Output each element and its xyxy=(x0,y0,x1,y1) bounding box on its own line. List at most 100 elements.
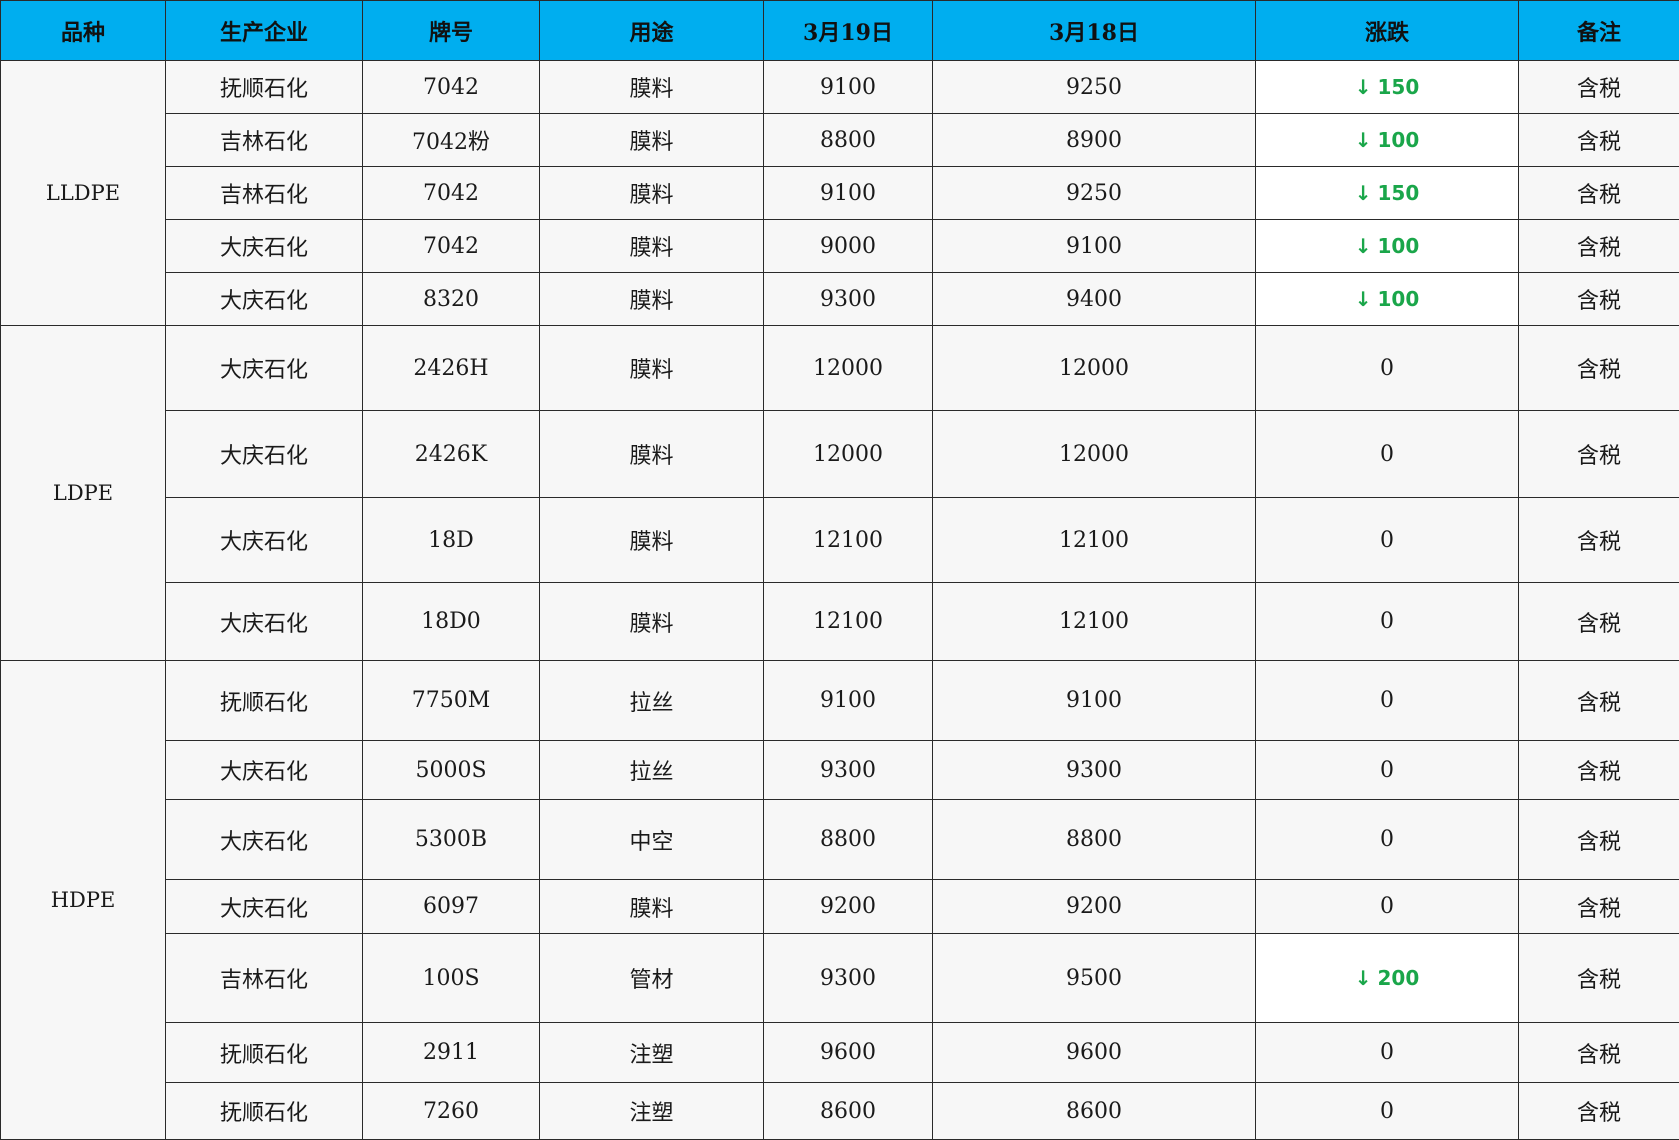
note-cell: 含税 xyxy=(1519,220,1679,273)
use-cell: 注塑 xyxy=(540,1023,764,1083)
company-cell: 大庆石化 xyxy=(166,220,363,273)
down-arrow-icon: ↓ xyxy=(1355,75,1372,99)
company-cell: 抚顺石化 xyxy=(166,1023,363,1083)
mar18-cell: 12100 xyxy=(933,583,1256,661)
group-ldpe: LDPE xyxy=(1,326,166,661)
mar19-cell: 12000 xyxy=(764,411,933,498)
mar19-cell: 12100 xyxy=(764,583,933,661)
down-arrow-icon: ↓ xyxy=(1355,287,1372,311)
table-row: 大庆石化 2426K 膜料 12000 12000 0 含税 xyxy=(1,411,1679,498)
grade-cell: 7042 xyxy=(363,220,540,273)
table-row: 大庆石化 7042 膜料 9000 9100 ↓100 含税 xyxy=(1,220,1679,273)
grade-cell: 6097 xyxy=(363,880,540,934)
table-row: 抚顺石化 7260 注塑 8600 8600 0 含税 xyxy=(1,1083,1679,1140)
table-row: 大庆石化 18D0 膜料 12100 12100 0 含税 xyxy=(1,583,1679,661)
change-cell: 0 xyxy=(1256,1083,1519,1140)
grade-cell: 8320 xyxy=(363,273,540,326)
down-arrow-icon: ↓ xyxy=(1355,234,1372,258)
note-cell: 含税 xyxy=(1519,61,1679,114)
mar18-cell: 9250 xyxy=(933,167,1256,220)
note-cell: 含税 xyxy=(1519,1023,1679,1083)
price-table: 品种 生产企业 牌号 用途 3月19日 3月18日 涨跌 备注 LLDPE 抚顺… xyxy=(0,0,1679,1140)
company-cell: 抚顺石化 xyxy=(166,61,363,114)
table-row: 大庆石化 18D 膜料 12100 12100 0 含税 xyxy=(1,498,1679,583)
mar18-cell: 12100 xyxy=(933,498,1256,583)
grade-cell: 2911 xyxy=(363,1023,540,1083)
header-mar19: 3月19日 xyxy=(764,1,933,61)
table-row: 大庆石化 5000S 拉丝 9300 9300 0 含税 xyxy=(1,741,1679,800)
mar19-cell: 8800 xyxy=(764,114,933,167)
down-arrow-icon: ↓ xyxy=(1355,181,1372,205)
down-arrow-icon: ↓ xyxy=(1355,128,1372,152)
mar19-cell: 9000 xyxy=(764,220,933,273)
header-company: 生产企业 xyxy=(166,1,363,61)
grade-cell: 7042 xyxy=(363,61,540,114)
table-row: LDPE 大庆石化 2426H 膜料 12000 12000 0 含税 xyxy=(1,326,1679,411)
note-cell: 含税 xyxy=(1519,273,1679,326)
company-cell: 大庆石化 xyxy=(166,741,363,800)
mar18-cell: 9100 xyxy=(933,220,1256,273)
use-cell: 膜料 xyxy=(540,498,764,583)
change-cell: 0 xyxy=(1256,880,1519,934)
use-cell: 膜料 xyxy=(540,61,764,114)
mar18-cell: 9200 xyxy=(933,880,1256,934)
mar19-cell: 9200 xyxy=(764,880,933,934)
table-row: LLDPE 抚顺石化 7042 膜料 9100 9250 ↓150 含税 xyxy=(1,61,1679,114)
grade-cell: 7042 xyxy=(363,167,540,220)
table-row: 吉林石化 7042 膜料 9100 9250 ↓150 含税 xyxy=(1,167,1679,220)
note-cell: 含税 xyxy=(1519,411,1679,498)
mar19-cell: 9300 xyxy=(764,934,933,1023)
mar18-cell: 12000 xyxy=(933,326,1256,411)
company-cell: 大庆石化 xyxy=(166,880,363,934)
mar18-cell: 8800 xyxy=(933,800,1256,880)
header-variety: 品种 xyxy=(1,1,166,61)
table-row: 大庆石化 8320 膜料 9300 9400 ↓100 含税 xyxy=(1,273,1679,326)
note-cell: 含税 xyxy=(1519,167,1679,220)
company-cell: 抚顺石化 xyxy=(166,1083,363,1140)
mar19-cell: 9600 xyxy=(764,1023,933,1083)
note-cell: 含税 xyxy=(1519,741,1679,800)
company-cell: 吉林石化 xyxy=(166,934,363,1023)
note-cell: 含税 xyxy=(1519,114,1679,167)
change-cell: 0 xyxy=(1256,583,1519,661)
mar18-cell: 8900 xyxy=(933,114,1256,167)
change-cell: 0 xyxy=(1256,800,1519,880)
company-cell: 大庆石化 xyxy=(166,498,363,583)
mar19-cell: 12000 xyxy=(764,326,933,411)
mar19-cell: 9100 xyxy=(764,167,933,220)
header-use: 用途 xyxy=(540,1,764,61)
change-cell: ↓100 xyxy=(1256,114,1519,167)
use-cell: 拉丝 xyxy=(540,741,764,800)
change-value: 100 xyxy=(1378,287,1420,311)
change-cell: 0 xyxy=(1256,498,1519,583)
table-row: 吉林石化 7042粉 膜料 8800 8900 ↓100 含税 xyxy=(1,114,1679,167)
grade-cell: 7260 xyxy=(363,1083,540,1140)
change-value: 150 xyxy=(1378,181,1420,205)
change-value: 100 xyxy=(1378,234,1420,258)
grade-cell: 100S xyxy=(363,934,540,1023)
header-grade: 牌号 xyxy=(363,1,540,61)
change-cell: ↓100 xyxy=(1256,273,1519,326)
mar19-cell: 9300 xyxy=(764,273,933,326)
company-cell: 大庆石化 xyxy=(166,273,363,326)
note-cell: 含税 xyxy=(1519,661,1679,741)
use-cell: 膜料 xyxy=(540,583,764,661)
company-cell: 吉林石化 xyxy=(166,167,363,220)
mar19-cell: 12100 xyxy=(764,498,933,583)
change-value: 150 xyxy=(1378,75,1420,99)
mar18-cell: 12000 xyxy=(933,411,1256,498)
change-cell: 0 xyxy=(1256,411,1519,498)
table-row: 吉林石化 100S 管材 9300 9500 ↓200 含税 xyxy=(1,934,1679,1023)
use-cell: 膜料 xyxy=(540,411,764,498)
use-cell: 膜料 xyxy=(540,880,764,934)
mar18-cell: 9600 xyxy=(933,1023,1256,1083)
mar18-cell: 9500 xyxy=(933,934,1256,1023)
grade-cell: 18D0 xyxy=(363,583,540,661)
use-cell: 膜料 xyxy=(540,220,764,273)
mar19-cell: 9100 xyxy=(764,61,933,114)
company-cell: 吉林石化 xyxy=(166,114,363,167)
grade-cell: 5300B xyxy=(363,800,540,880)
use-cell: 膜料 xyxy=(540,114,764,167)
mar18-cell: 8600 xyxy=(933,1083,1256,1140)
mar19-cell: 9300 xyxy=(764,741,933,800)
